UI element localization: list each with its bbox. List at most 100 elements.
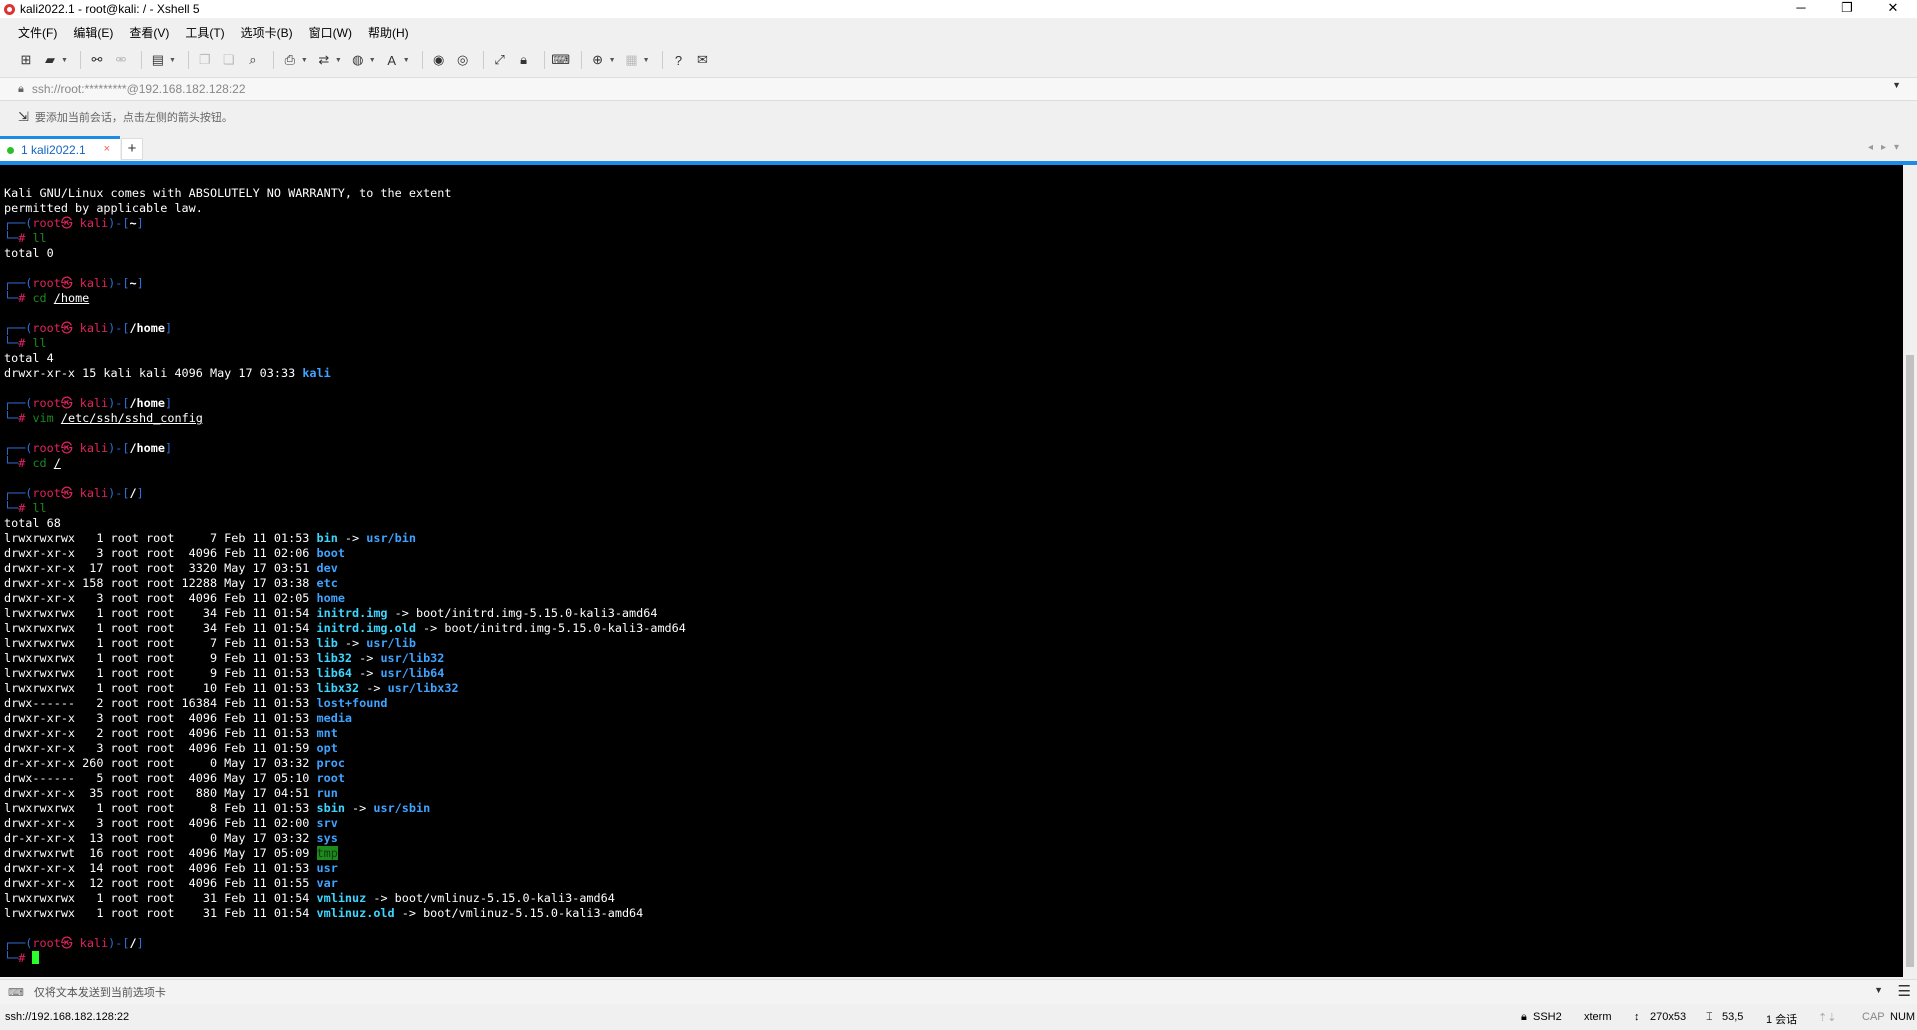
chevron-down-icon[interactable]: ▼ — [403, 57, 410, 64]
add-tab-button[interactable]: + — [121, 138, 143, 160]
new-session-icon[interactable]: ⊞ — [16, 50, 36, 70]
listing-line: lrwxrwxrwx 1 root root 34 Feb 11 01:54 i… — [4, 606, 686, 621]
prompt-box: ] — [164, 321, 173, 335]
link-arrow: -> — [415, 621, 445, 635]
scrollbar-thumb[interactable] — [1906, 355, 1914, 967]
minimize-button[interactable]: ─ — [1778, 0, 1824, 18]
lock-icon[interactable]: 🔒︎ — [514, 50, 534, 70]
tab-label[interactable]: 1 kali2022.1 — [21, 143, 86, 157]
hint-text: 要添加当前会话，点击左侧的箭头按钮。 — [34, 112, 233, 124]
find-icon[interactable]: ⌕ — [243, 50, 263, 70]
terminal-scrollbar[interactable] — [1903, 165, 1917, 977]
print-icon[interactable]: ⎙ — [280, 50, 300, 70]
command-line: └─# ll — [4, 501, 686, 516]
layout-icon[interactable]: ▦ — [622, 50, 642, 70]
add-session-arrow-icon[interactable]: ⇲ — [18, 109, 29, 125]
compose-text[interactable]: 仅将文本发送到当前选项卡 — [34, 984, 166, 1000]
menu-icon[interactable]: ☰ — [1898, 982, 1911, 1000]
menu-view[interactable]: 查看(V) — [121, 24, 177, 41]
chevron-down-icon[interactable]: ▼ — [169, 57, 176, 64]
tab-kali2022[interactable]: 1 kali2022.1 × — [0, 136, 120, 161]
menu-help[interactable]: 帮助(H) — [360, 24, 417, 41]
prompt-box: )-[ — [108, 396, 130, 410]
title-bar: kali2022.1 - root@kali: / - Xshell 5 ─ ❐… — [0, 0, 1917, 18]
chevron-down-icon[interactable]: ▼ — [369, 57, 376, 64]
chevron-down-icon[interactable]: ▼ — [335, 57, 342, 64]
chevron-down-icon[interactable]: ▼ — [1892, 80, 1901, 90]
toolbar-divider — [140, 51, 142, 69]
listing-line: dr-xr-xr-x 13 root root 0 May 17 03:32 s… — [4, 831, 686, 846]
listing-name: lib — [316, 636, 338, 650]
intro-text: permitted by applicable law. — [4, 201, 203, 215]
prompt-box: ] — [136, 276, 144, 290]
font-icon[interactable]: A — [382, 50, 402, 70]
chevron-down-icon[interactable]: ▼ — [61, 57, 68, 64]
prompt-line: ┌──(root㉿ kali)-[~] — [4, 276, 686, 291]
chat-icon[interactable]: ✉ — [693, 50, 713, 70]
connected-status-icon — [7, 146, 14, 154]
prompt-box: )-[ — [108, 216, 130, 230]
listing-name: root — [316, 771, 345, 785]
reconnect-icon[interactable]: ⚯ — [87, 50, 107, 70]
maximize-button[interactable]: ❐ — [1824, 0, 1870, 18]
window-title: kali2022.1 - root@kali: / - Xshell 5 — [20, 2, 200, 16]
listing-line: drwxr-xr-x 3 root root 4096 Feb 11 01:59… — [4, 741, 686, 756]
terminal-output: Kali GNU/Linux comes with ABSOLUTELY NO … — [4, 186, 686, 966]
listing-name: var — [316, 876, 338, 890]
prompt-user: root㉿ kali — [32, 486, 109, 500]
menu-tab[interactable]: 选项卡(B) — [233, 24, 301, 41]
prompt-hash: # — [18, 456, 33, 470]
address-bar[interactable]: 🔒︎ ssh://root:*********@192.168.182.128:… — [0, 77, 1917, 101]
menu-window[interactable]: 窗口(W) — [301, 24, 360, 41]
prompt-dir: ~ — [129, 216, 137, 230]
prompt-box: ] — [136, 216, 144, 230]
menu-tools[interactable]: 工具(T) — [177, 24, 232, 41]
terminal[interactable]: Kali GNU/Linux comes with ABSOLUTELY NO … — [0, 165, 1917, 977]
help-icon[interactable]: ? — [669, 50, 689, 70]
listing-meta: drwxr-xr-x 3 root root 4096 Feb 11 02:05 — [4, 591, 317, 605]
listing-line: drwxr-xr-x 14 root root 4096 Feb 11 01:5… — [4, 861, 686, 876]
xmanager-icon[interactable]: ◎ — [453, 50, 473, 70]
prompt-user: root㉿ kali — [32, 321, 109, 335]
open-folder-icon[interactable]: ▰ — [40, 50, 60, 70]
listing-line: drwxr-xr-x 3 root root 4096 Feb 11 02:00… — [4, 816, 686, 831]
listing-line: drwxr-xr-x 3 root root 4096 Feb 11 02:05… — [4, 591, 686, 606]
listing-name: mnt — [316, 726, 338, 740]
chevron-down-icon[interactable]: ▼ — [301, 57, 308, 64]
link-arrow: -> — [337, 636, 367, 650]
listing-line: lrwxrwxrwx 1 root root 7 Feb 11 01:53 bi… — [4, 531, 686, 546]
xftp-icon[interactable]: ◉ — [429, 50, 449, 70]
disconnect-icon[interactable]: ⚮ — [111, 50, 131, 70]
prompt-box: ┌──( — [4, 396, 33, 410]
toolbar-divider — [421, 51, 423, 69]
copy-icon[interactable]: ❐ — [195, 50, 215, 70]
transfer-icon[interactable]: ⇄ — [314, 50, 334, 70]
tab-bar: 1 kali2022.1 × + ◂▸▾ — [0, 136, 1917, 162]
address-text[interactable]: ssh://root:*********@192.168.182.128:22 — [32, 82, 246, 96]
status-num: NUM — [1890, 1011, 1916, 1023]
globe-icon[interactable]: ◍ — [348, 50, 368, 70]
properties-icon[interactable]: ▤ — [148, 50, 168, 70]
session-hint-bar: ⇲ 要添加当前会话，点击左侧的箭头按钮。 — [0, 106, 1917, 128]
chevron-down-icon[interactable]: ▼ — [1874, 985, 1883, 995]
tab-close-icon[interactable]: × — [104, 143, 110, 155]
output-line: total 4 — [4, 351, 686, 366]
keyboard-icon[interactable]: ⌨ — [551, 50, 571, 70]
status-connection: ssh://192.168.182.128:22 — [5, 1011, 130, 1023]
compose-bar[interactable]: ⌨ 仅将文本发送到当前选项卡 ▼ ☰ — [0, 979, 1917, 1004]
menu-edit[interactable]: 编辑(E) — [65, 24, 121, 41]
fullscreen-icon[interactable]: ⤢ — [490, 50, 510, 70]
chevron-down-icon[interactable]: ▼ — [643, 57, 650, 64]
paste-icon[interactable]: ❏ — [219, 50, 239, 70]
chevron-down-icon[interactable]: ▼ — [609, 57, 616, 64]
status-cap: CAP — [1862, 1011, 1885, 1023]
compose-icon[interactable]: ⊕ — [588, 50, 608, 70]
tab-scroll-arrows-icon[interactable]: ◂▸▾ — [1868, 142, 1907, 153]
listing-line: lrwxrwxrwx 1 root root 9 Feb 11 01:53 li… — [4, 666, 686, 681]
listing-line: drwx------ 2 root root 16384 Feb 11 01:5… — [4, 696, 686, 711]
command-name: ll — [32, 231, 47, 245]
menu-file[interactable]: 文件(F) — [0, 24, 65, 41]
prompt-dir: /home — [129, 441, 165, 455]
close-button[interactable]: ✕ — [1870, 0, 1916, 18]
